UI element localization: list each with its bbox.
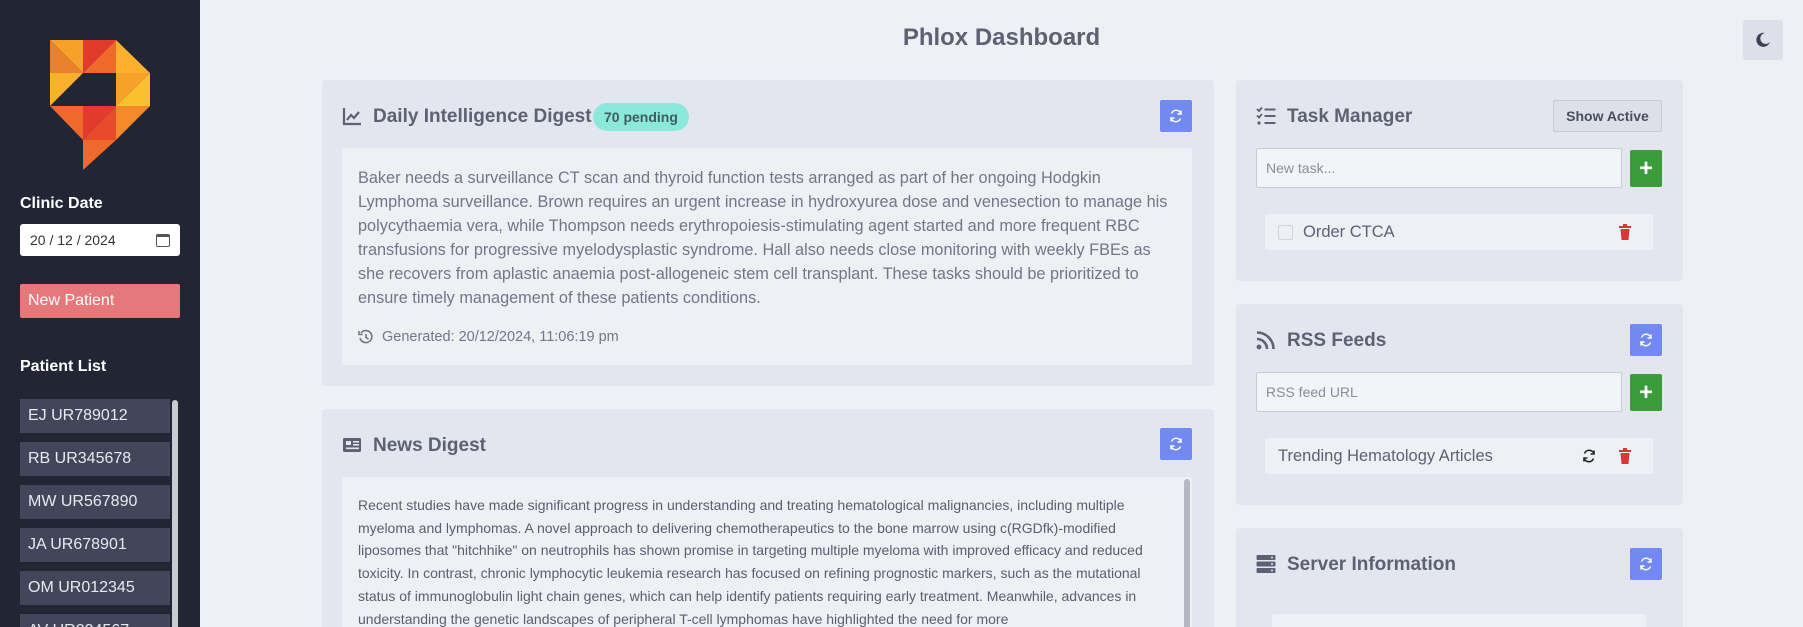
- clinic-date-label: Clinic Date: [20, 195, 103, 212]
- rss-url-input[interactable]: RSS feed URL: [1256, 372, 1622, 412]
- sidebar: Clinic Date 20 / 12 / 2024 New Patient P…: [0, 0, 200, 627]
- patient-list-scrollbar[interactable]: [172, 400, 178, 627]
- patient-item[interactable]: EJ UR789012: [20, 399, 170, 433]
- page-title: Phlox Dashboard: [902, 24, 1101, 51]
- server-title: Server Information: [1287, 554, 1456, 575]
- new-patient-button[interactable]: New Patient: [20, 284, 180, 318]
- clinic-date-input[interactable]: 20 / 12 / 2024: [20, 224, 180, 256]
- moon-icon: [1756, 32, 1770, 47]
- digest-body: Baker needs a surveillance CT scan and t…: [358, 169, 1168, 307]
- clinic-date-value: 20 / 12 / 2024: [30, 232, 116, 248]
- patient-item[interactable]: RB UR345678: [20, 442, 170, 476]
- server-icon: [1256, 555, 1276, 573]
- sync-icon[interactable]: [1582, 448, 1596, 464]
- rss-title: RSS Feeds: [1287, 330, 1387, 351]
- show-active-button[interactable]: Show Active: [1553, 100, 1662, 132]
- news-body: Recent studies have made significant pro…: [358, 497, 1143, 627]
- task-item: Order CTCA: [1265, 214, 1653, 250]
- refresh-icon: [1170, 109, 1182, 123]
- news-scrollbar[interactable]: [1184, 479, 1190, 627]
- generated-timestamp: Generated: 20/12/2024, 11:06:19 pm: [382, 329, 619, 345]
- history-icon: [358, 329, 373, 344]
- digest-refresh-button[interactable]: [1160, 100, 1192, 132]
- refresh-icon: [1640, 557, 1652, 571]
- plus-icon: +: [1638, 154, 1653, 182]
- add-task-button[interactable]: +: [1630, 150, 1662, 187]
- server-content: [1272, 614, 1646, 627]
- refresh-icon: [1640, 333, 1652, 347]
- digest-generated: Generated: 20/12/2024, 11:06:19 pm: [358, 329, 619, 345]
- task-checkbox[interactable]: [1278, 224, 1293, 240]
- new-task-input[interactable]: New task...: [1256, 148, 1622, 188]
- news-title: News Digest: [373, 435, 486, 456]
- server-card: [1236, 528, 1683, 627]
- rss-icon: [1256, 331, 1275, 350]
- server-refresh-button[interactable]: [1630, 548, 1662, 580]
- trash-icon[interactable]: [1618, 224, 1632, 240]
- pending-badge: 70 pending: [593, 103, 689, 131]
- newspaper-icon: [343, 438, 361, 452]
- patient-list: EJ UR789012 RB UR345678 MW UR567890 JA U…: [20, 399, 170, 627]
- patient-item[interactable]: MW UR567890: [20, 485, 170, 519]
- plus-icon: +: [1638, 378, 1653, 406]
- digest-title: Daily Intelligence Digest: [373, 106, 592, 127]
- patient-item[interactable]: AV UR234567: [20, 614, 170, 627]
- calendar-icon[interactable]: [156, 233, 170, 247]
- add-feed-button[interactable]: +: [1630, 374, 1662, 411]
- patient-item[interactable]: OM UR012345: [20, 571, 170, 605]
- task-manager-title: Task Manager: [1287, 106, 1413, 127]
- trash-icon[interactable]: [1618, 448, 1632, 464]
- rss-refresh-button[interactable]: [1630, 324, 1662, 356]
- rss-feed-label: Trending Hematology Articles: [1278, 446, 1493, 465]
- phlox-logo: [50, 40, 150, 170]
- patient-item[interactable]: JA UR678901: [20, 528, 170, 562]
- dark-mode-toggle[interactable]: [1743, 20, 1783, 60]
- news-refresh-button[interactable]: [1160, 428, 1192, 460]
- refresh-icon: [1170, 437, 1182, 451]
- task-label: Order CTCA: [1303, 222, 1395, 241]
- patient-list-label: Patient List: [20, 358, 107, 375]
- list-check-icon: [1256, 106, 1276, 125]
- chart-line-icon: [342, 108, 361, 126]
